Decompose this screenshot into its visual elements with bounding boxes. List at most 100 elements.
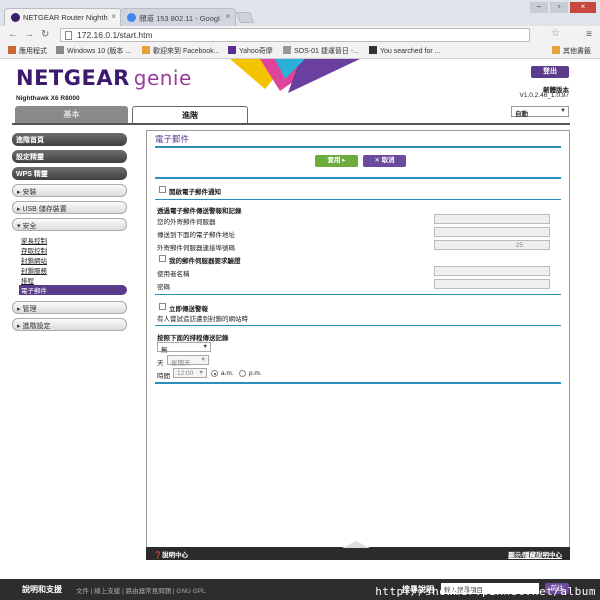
close-tab-icon[interactable]: × [225,12,230,21]
footer-links[interactable]: 文件 | 線上支援 | 路由器常見問題 | GNU GPL [76,585,206,595]
email-settings-panel: 電子郵件 套用 ▸ ✕ 取消 開啟電子郵件通知 透過電子郵件傳送警報和記錄 您的… [146,130,570,557]
browser-tab-netgear[interactable]: NETGEAR Router Nighth × [4,8,122,26]
enable-email-notification-checkbox[interactable] [159,186,166,193]
pm-radio[interactable] [239,370,246,377]
sidebar-item-administration[interactable]: ▸ 管理 [12,301,127,314]
username-input[interactable] [434,266,550,276]
section-divider [155,325,561,326]
send-alerts-now-label: 立即傳送警報 [169,306,208,313]
bookmark-star-icon[interactable]: ☆ [551,28,560,39]
enable-email-notification-label: 開啟電子郵件通知 [169,189,221,196]
tab-basic[interactable]: 基本 [15,106,128,123]
toggle-help-center-link[interactable]: 顯示/隱藏說明中心 [508,549,562,559]
time-select[interactable]: 12:00 ▼ [173,368,207,378]
sidebar-item-block-services[interactable]: 封鎖服務 [21,265,127,275]
window-controls: – ▫ × [530,2,596,13]
router-page: NETGEAR genie Nighthawk X6 R8000 登出 韌體版本 … [0,59,600,579]
bookmark-other[interactable]: 其他書籤 [552,46,591,56]
help-support-label: 說明和支援 [22,585,62,594]
sidebar-item-access-control[interactable]: 存取控制 [21,245,127,255]
bookmark-yahoo[interactable]: Yahoo奇摩 [228,46,273,56]
router-model: Nighthawk X6 R8000 [16,95,80,102]
bookmark-apps[interactable]: 應用程式 [8,46,47,56]
section-divider [155,382,561,384]
globe-icon [283,46,291,54]
cancel-button[interactable]: ✕ 取消 [363,155,406,167]
section-divider [155,177,561,179]
username-label: 使用者名稱 [157,271,190,278]
reload-icon[interactable]: ↻ [41,29,49,40]
back-icon[interactable]: ← [8,29,18,40]
logo-swoosh-graphic [230,59,360,93]
outgoing-server-input[interactable] [434,214,550,224]
sidebar-item-block-sites[interactable]: 封鎖網站 [21,255,127,265]
chevron-down-icon: ▼ [202,344,208,350]
sidebar-item-setup-wizard[interactable]: 設定精靈 [12,150,127,163]
browser-tab-strip: NETGEAR Router Nighth × 頻道 153 802.11 - … [0,0,600,26]
language-select[interactable]: 自動 ▼ [511,106,569,118]
section-divider [155,199,561,200]
day-select[interactable]: 星期天 ▼ [167,355,209,367]
alert-description: 有人嘗試造訪遭到封鎖的網站時 [157,316,248,323]
browser-toolbar: ← → ↻ 172.16.0.1/start.htm ☆ ≡ [0,26,600,44]
close-window-icon[interactable]: × [570,2,596,13]
am-radio[interactable] [211,370,218,377]
sidebar-item-security[interactable]: ▾ 安全 [12,218,127,231]
smtp-port-input[interactable]: 25 [434,240,550,250]
bookmark-sos[interactable]: SOS-01 捷運晉日 -... [283,46,359,56]
google-favicon-icon [127,13,136,22]
schedule-heading: 按照下面的排程傳送記錄 [157,335,229,342]
folder-icon [142,46,150,54]
apply-button[interactable]: 套用 ▸ [315,155,358,167]
browser-tab-google[interactable]: 頻道 153 802.11 - Googl × [120,8,236,26]
day-label: 天 [157,360,164,367]
send-alerts-now-checkbox[interactable] [159,303,166,310]
new-tab-button[interactable] [235,12,255,23]
page-title: 電子郵件 [155,134,190,144]
apps-grid-icon [8,46,16,54]
section-divider [155,294,561,295]
sidebar-item-schedule[interactable]: 排程 [21,275,127,285]
browser-menu-icon[interactable]: ≡ [586,29,592,40]
minimize-icon[interactable]: – [530,2,548,13]
expand-help-icon[interactable] [342,541,370,548]
chevron-down-icon: ▼ [200,357,206,363]
sidebar-item-setup[interactable]: ▸ 安裝 [12,184,127,197]
grid-icon [369,46,377,54]
bookmarks-bar: 應用程式 Windows 10 (版本 ... 歡迎來到 Facebook...… [0,44,600,59]
am-label: a.m. [221,370,234,377]
logout-button[interactable]: 登出 [531,66,569,78]
yahoo-icon [228,46,236,54]
to-address-label: 傳送到下面的電子郵件地址 [157,232,235,239]
chevron-down-icon: ▼ [198,370,204,376]
security-submenu: 家長控制 存取控制 封鎖網站 封鎖服務 排程 電子郵件 [12,235,127,295]
sidebar-item-email[interactable]: 電子郵件 [19,285,127,295]
close-tab-icon[interactable]: × [111,12,116,21]
title-divider [155,146,561,148]
outgoing-server-label: 您的外寄郵件伺服器 [157,219,216,226]
bookmark-facebook[interactable]: 歡迎來到 Facebook... [142,46,220,56]
folder-icon [552,46,560,54]
password-label: 密碼 [157,284,170,291]
watermark-text: http://showmer.pixnet.net/album [375,585,596,598]
sidebar-item-wps-wizard[interactable]: WPS 精靈 [12,167,127,180]
tab-advanced[interactable]: 進階 [132,106,248,123]
help-center-bar: ❓說明中心 顯示/隱藏說明中心 [146,541,570,560]
password-input[interactable] [434,279,550,289]
help-center-label[interactable]: ❓說明中心 [154,549,188,559]
bookmark-windows10[interactable]: Windows 10 (版本 ... [56,46,131,56]
bookmark-you-searched[interactable]: You searched for ... [369,46,440,55]
to-address-input[interactable] [434,227,550,237]
tab-divider [12,123,570,125]
forward-icon[interactable]: → [24,29,34,40]
auth-required-checkbox[interactable] [159,255,166,262]
time-label: 時間 [157,373,170,380]
sidebar-item-advanced-setup[interactable]: ▸ 進階設定 [12,318,127,331]
log-frequency-select[interactable]: 無 ▼ [157,342,211,354]
sidebar-item-usb-storage[interactable]: ▸ USB 儲存裝置 [12,201,127,214]
address-bar[interactable]: 172.16.0.1/start.htm [60,28,530,42]
sidebar-item-advanced-home[interactable]: 進階首頁 [12,133,127,146]
sidebar-item-parental-controls[interactable]: 家長控制 [21,235,127,245]
page-icon [65,31,72,40]
maximize-icon[interactable]: ▫ [550,2,568,13]
